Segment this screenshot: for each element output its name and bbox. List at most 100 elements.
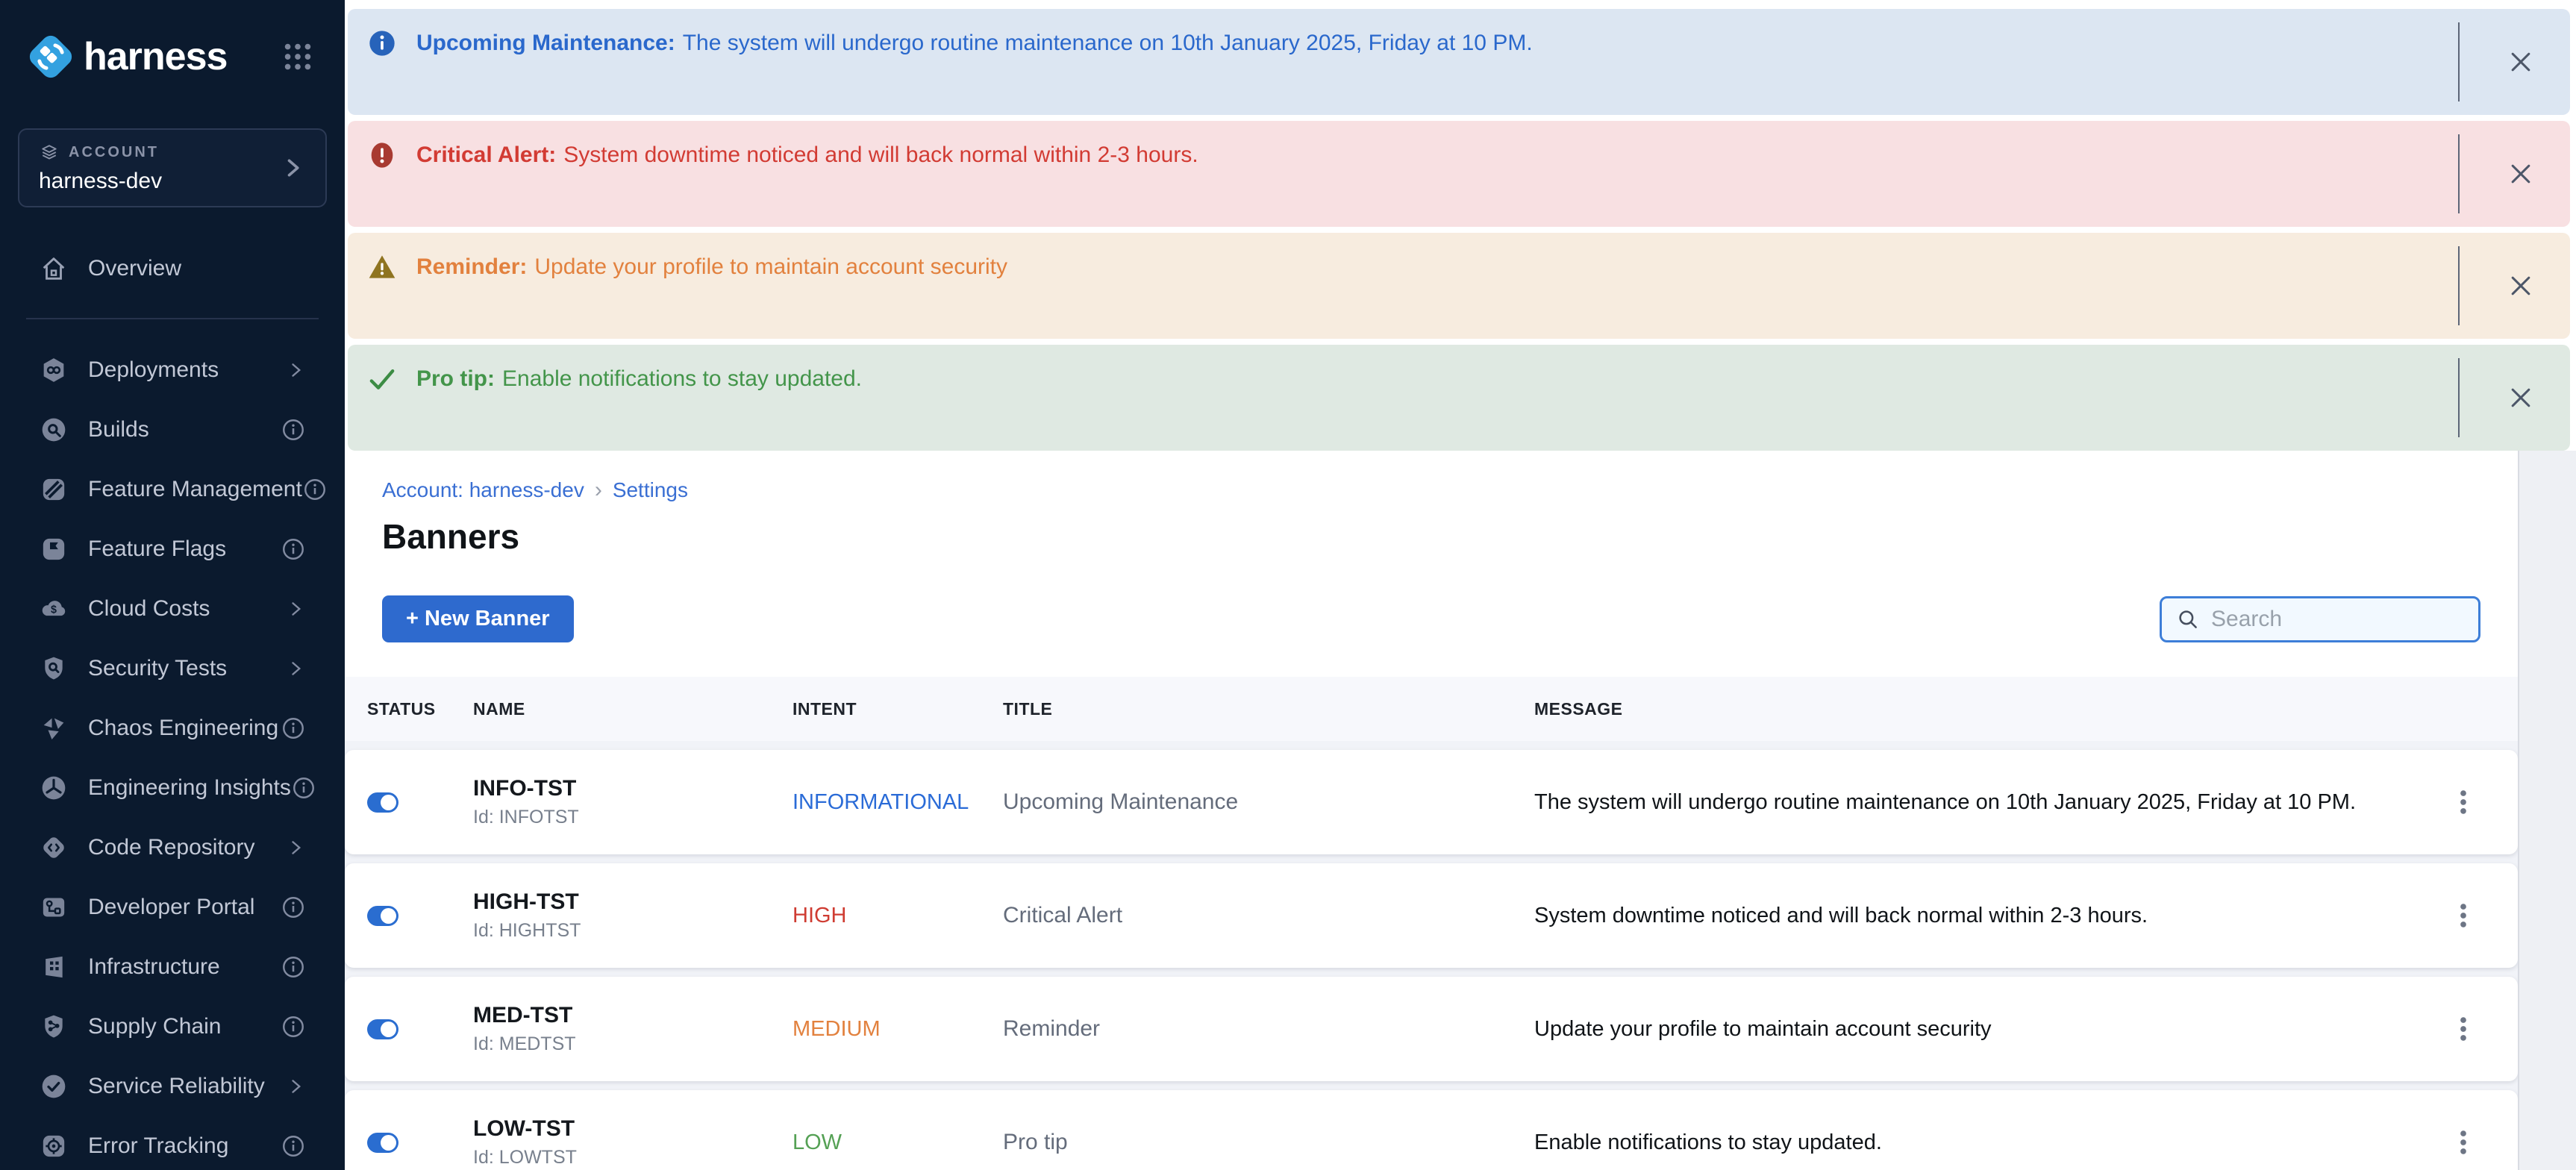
table-row[interactable]: MED-TST Id: MEDTST MEDIUM Reminder Updat…: [345, 977, 2518, 1081]
banner-label: Upcoming Maintenance:: [416, 31, 675, 55]
banner-name: INFO-TST: [473, 776, 793, 801]
info-icon[interactable]: [281, 895, 306, 920]
workspace: Account: harness-dev › Settings Banners …: [345, 451, 2576, 1170]
service-reliability-icon: [39, 1072, 69, 1101]
banner-critical: Critical Alert:System downtime noticed a…: [348, 121, 2570, 227]
chevron-right-icon: [279, 154, 306, 181]
breadcrumb-account-link[interactable]: Account: harness-dev: [382, 478, 584, 502]
table-row[interactable]: INFO-TST Id: INFOTST INFORMATIONAL Upcom…: [345, 750, 2518, 854]
sidebar-item-label: Cloud Costs: [88, 596, 210, 622]
harness-logo-icon: [27, 33, 75, 81]
banner-label: Pro tip:: [416, 366, 495, 391]
logo-text: harness: [84, 34, 227, 79]
toolbar: + New Banner: [345, 576, 2518, 642]
sidebar-item-code-repository[interactable]: Code Repository: [0, 818, 345, 878]
close-icon[interactable]: [2500, 153, 2542, 195]
main-area: Upcoming Maintenance: The system will und…: [345, 0, 2576, 1170]
alert-circle-icon: [367, 140, 397, 170]
sidebar-item-label: Error Tracking: [88, 1133, 228, 1159]
table-header-row: STATUS NAME INTENT TITLE MESSAGE: [345, 677, 2518, 741]
sidebar-item-developer-portal[interactable]: Developer Portal: [0, 878, 345, 937]
close-icon[interactable]: [2500, 265, 2542, 307]
sidebar-item-deployments[interactable]: Deployments: [0, 340, 345, 400]
sidebar-item-overview[interactable]: Overview: [0, 239, 345, 298]
banner-divider: [2458, 246, 2460, 325]
column-header-status: STATUS: [345, 699, 473, 719]
check-icon: [367, 364, 397, 394]
row-menu-icon[interactable]: [2442, 781, 2484, 823]
close-icon[interactable]: [2500, 377, 2542, 419]
search-box: [2160, 596, 2480, 642]
sidebar-item-infrastructure[interactable]: Infrastructure: [0, 937, 345, 997]
sidebar-item-cloud-costs[interactable]: $ Cloud Costs: [0, 579, 345, 639]
sidebar-item-feature-flags[interactable]: Feature Flags: [0, 519, 345, 579]
account-selector[interactable]: ACCOUNT harness-dev: [18, 128, 327, 207]
info-circle-icon: [367, 28, 397, 58]
feature-flags-icon: [39, 534, 69, 564]
column-header-intent: INTENT: [793, 699, 1003, 719]
row-menu-icon[interactable]: [2442, 895, 2484, 936]
banner-pro-tip: Pro tip:Enable notifications to stay upd…: [348, 345, 2570, 451]
column-header-title: TITLE: [1003, 699, 1534, 719]
breadcrumb-settings-link[interactable]: Settings: [613, 478, 688, 502]
error-tracking-icon: [39, 1131, 69, 1161]
sidebar-nav: Overview Deployments Builds: [0, 239, 345, 1170]
breadcrumb: Account: harness-dev › Settings: [345, 451, 2518, 503]
close-icon[interactable]: [2500, 41, 2542, 83]
banner-id: Id: HIGHTST: [473, 920, 793, 942]
sidebar-item-supply-chain[interactable]: Supply Chain: [0, 997, 345, 1057]
sidebar-item-label: Infrastructure: [88, 954, 220, 980]
banner-reminder: Reminder:Update your profile to maintain…: [348, 233, 2570, 339]
table-row[interactable]: HIGH-TST Id: HIGHTST HIGH Critical Alert…: [345, 863, 2518, 968]
row-menu-icon[interactable]: [2442, 1121, 2484, 1163]
banner-label: Critical Alert:: [416, 143, 556, 167]
banner-title: Upcoming Maintenance: [1003, 789, 1238, 814]
banner-title: Pro tip: [1003, 1130, 1068, 1154]
info-icon[interactable]: [281, 954, 306, 980]
status-toggle[interactable]: [367, 787, 413, 817]
search-input[interactable]: [2211, 607, 2457, 632]
info-icon[interactable]: [281, 1014, 306, 1039]
sidebar-item-label: Developer Portal: [88, 895, 254, 920]
banner-title: Critical Alert: [1003, 903, 1122, 927]
status-toggle[interactable]: [367, 901, 413, 930]
banner-name: HIGH-TST: [473, 889, 793, 915]
info-icon[interactable]: [281, 417, 306, 442]
sidebar-item-label: Supply Chain: [88, 1014, 221, 1039]
info-icon[interactable]: [281, 1133, 306, 1159]
row-menu-icon[interactable]: [2442, 1008, 2484, 1050]
deployments-icon: [39, 355, 69, 385]
sidebar-item-error-tracking[interactable]: Error Tracking: [0, 1116, 345, 1170]
info-icon[interactable]: [291, 775, 316, 801]
status-toggle[interactable]: [367, 1014, 413, 1044]
banners-settings-page: Account: harness-dev › Settings Banners …: [345, 451, 2519, 1170]
info-icon[interactable]: [281, 716, 306, 741]
breadcrumb-separator: ›: [595, 478, 602, 503]
module-grid-icon[interactable]: [281, 40, 315, 74]
banners-table: STATUS NAME INTENT TITLE MESSAGE: [345, 677, 2518, 1170]
sidebar-item-label: Service Reliability: [88, 1074, 265, 1099]
banner-id: Id: MEDTST: [473, 1033, 793, 1055]
status-toggle[interactable]: [367, 1127, 413, 1157]
sidebar-item-feature-management[interactable]: Feature Management: [0, 460, 345, 519]
sidebar-item-label: Overview: [88, 256, 181, 281]
banner-message-cell: System downtime noticed and will back no…: [1534, 904, 2163, 927]
infrastructure-icon: [39, 952, 69, 982]
banner-label: Reminder:: [416, 254, 527, 279]
table-row[interactable]: LOW-TST Id: LOWTST LOW Pro tip Enable no…: [345, 1090, 2518, 1170]
sidebar-item-chaos-engineering[interactable]: Chaos Engineering: [0, 698, 345, 758]
new-banner-button[interactable]: + New Banner: [382, 595, 574, 642]
sidebar-item-label: Feature Management: [88, 477, 302, 502]
banner-message-cell: The system will undergo routine maintena…: [1534, 790, 2371, 814]
sidebar-item-service-reliability[interactable]: Service Reliability: [0, 1057, 345, 1116]
security-tests-icon: [39, 654, 69, 683]
chevron-right-icon: [285, 360, 306, 381]
sidebar-item-builds[interactable]: Builds: [0, 400, 345, 460]
info-icon[interactable]: [281, 536, 306, 562]
banner-name: LOW-TST: [473, 1116, 793, 1142]
sidebar-item-security-tests[interactable]: Security Tests: [0, 639, 345, 698]
developer-portal-icon: [39, 892, 69, 922]
sidebar-item-label: Code Repository: [88, 835, 254, 860]
info-icon[interactable]: [302, 477, 328, 502]
sidebar-item-engineering-insights[interactable]: Engineering Insights: [0, 758, 345, 818]
